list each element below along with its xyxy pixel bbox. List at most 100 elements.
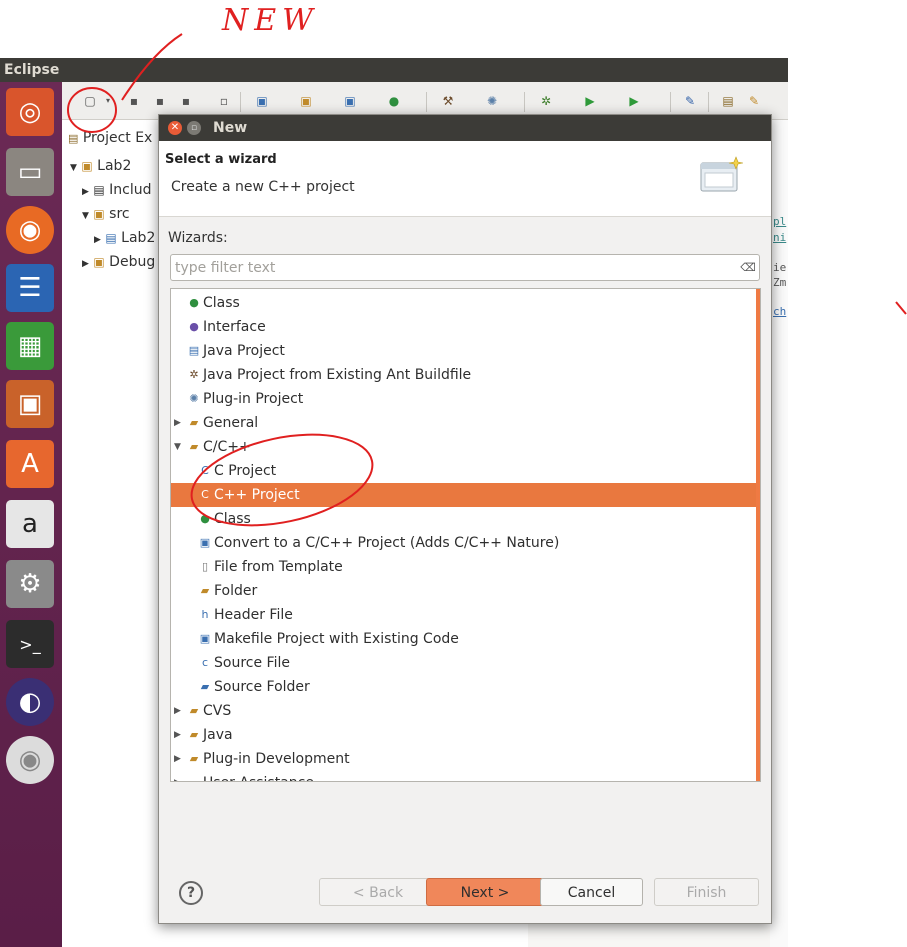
external-tools-icon[interactable]: ▶	[626, 94, 642, 108]
build-hammer-icon[interactable]: ⚒	[440, 94, 456, 108]
collapsed-arrow-icon[interactable]: ▶	[174, 723, 184, 747]
tree-item-lab2[interactable]: ▼ ▣ Lab2	[70, 156, 131, 176]
save-all-icon[interactable]: ▪	[152, 94, 168, 108]
list-scrollbar[interactable]	[756, 289, 760, 781]
wizard-category[interactable]: ▶ ▰ General	[171, 411, 756, 435]
wizard-item[interactable]: ▯ File from Template	[171, 555, 756, 579]
ant-icon: ✲	[189, 368, 199, 381]
wizard-list[interactable]: ● Class ● Interface ▤ Java Project ✲ Java Proje…	[170, 288, 761, 782]
wizard-item-label: Source File	[214, 655, 290, 671]
wizard-item[interactable]: C C Project	[171, 459, 756, 483]
clear-filter-icon[interactable]: ⌫	[740, 261, 756, 274]
wizard-item[interactable]: h Header File	[171, 603, 756, 627]
expand-arrow-icon[interactable]: ▼	[174, 435, 184, 459]
open-type-icon[interactable]: ▤	[720, 94, 736, 108]
wizard-item-label: C++ Project	[214, 487, 300, 503]
search-icon[interactable]: ✎	[746, 94, 762, 108]
folder-icon: ▰	[187, 776, 201, 781]
wizard-item[interactable]: ● Class	[171, 291, 756, 315]
wizard-item[interactable]: ▣ Makefile Project with Existing Code	[171, 627, 756, 651]
collapsed-arrow-icon: ▶	[82, 259, 89, 269]
collapsed-arrow-icon[interactable]: ▶	[174, 771, 184, 781]
class-icon: ●	[189, 296, 199, 309]
folder-icon: ▰	[189, 704, 199, 717]
folder-icon: ▰	[189, 416, 199, 429]
convert-icon: ▣	[199, 536, 211, 549]
binary-icon[interactable]: ▫	[216, 94, 232, 108]
toolbar-separator	[708, 92, 709, 112]
ubuntu-dash-icon[interactable]: ◎	[6, 88, 54, 136]
terminal-icon[interactable]: >_	[6, 620, 54, 668]
app-title: Eclipse	[4, 62, 60, 78]
new-source-icon[interactable]: ▣	[342, 94, 358, 108]
amazon-icon[interactable]: a	[6, 500, 54, 548]
new-wizard-icon[interactable]: ▢	[82, 94, 98, 108]
source-file-icon: ▤	[105, 231, 117, 245]
collapsed-arrow-icon[interactable]: ▶	[174, 699, 184, 723]
tree-item-lab2-source[interactable]: ▶ ▤ Lab2	[94, 228, 155, 248]
wizard-item-label: Class	[203, 295, 240, 311]
run-icon[interactable]: ▶	[582, 94, 598, 108]
pin-icon[interactable]: ✎	[682, 94, 698, 108]
files-icon[interactable]: ▭	[6, 148, 54, 196]
finish-button[interactable]: Finish	[654, 878, 759, 906]
firefox-icon[interactable]: ◉	[6, 206, 54, 254]
wizard-category[interactable]: ▶ ▰ CVS	[171, 699, 756, 723]
cancel-button[interactable]: Cancel	[540, 878, 643, 906]
wizard-category[interactable]: ▶ ▰ Java	[171, 723, 756, 747]
wizard-category[interactable]: ▶ ▰ Plug-in Development	[171, 747, 756, 771]
back-button[interactable]: < Back	[319, 878, 437, 906]
tree-item-debug[interactable]: ▶ ▣ Debug	[82, 252, 155, 272]
wizard-item-label: Makefile Project with Existing Code	[214, 631, 459, 647]
close-icon[interactable]: ✕	[168, 121, 182, 135]
wizard-item[interactable]: c Source File	[171, 651, 756, 675]
header-title: Select a wizard	[165, 152, 277, 167]
wizard-item[interactable]: ▰ Source Folder	[171, 675, 756, 699]
collapsed-arrow-icon: ▶	[94, 235, 101, 245]
help-icon[interactable]: ?	[179, 881, 203, 905]
folder-icon: ▰	[200, 584, 210, 597]
new-class-icon[interactable]: ●	[386, 94, 402, 108]
writer-icon[interactable]: ☰	[6, 264, 54, 312]
wizard-item[interactable]: ✲ Java Project from Existing Ant Buildfil…	[171, 363, 756, 387]
expand-arrow-icon: ▼	[82, 211, 89, 221]
wizard-item[interactable]: ✺ Plug-in Project	[171, 387, 756, 411]
chevron-down-icon[interactable]: ▾	[100, 94, 116, 108]
new-folder-icon[interactable]: ▣	[298, 94, 314, 108]
dvd-icon[interactable]: ◉	[6, 736, 54, 784]
next-button[interactable]: Next >	[426, 878, 544, 906]
tree-item-includes[interactable]: ▶ ▤ Includ	[82, 180, 152, 200]
project-explorer-tab[interactable]: ▤ Project Ex	[68, 127, 152, 149]
wizard-item[interactable]: ▣ Convert to a C/C++ Project (Adds C/C++ …	[171, 531, 756, 555]
dialog-header: Select a wizard Create a new C++ project	[159, 141, 771, 217]
new-cpp-project-icon[interactable]: ▣	[254, 94, 270, 108]
wizard-item[interactable]: ● Class	[171, 507, 756, 531]
collapsed-arrow-icon[interactable]: ▶	[174, 747, 184, 771]
settings-icon[interactable]: ⚙	[6, 560, 54, 608]
dialog-title-bar: ✕ ▫ New	[159, 115, 771, 141]
collapsed-arrow-icon[interactable]: ▶	[174, 411, 184, 435]
print-icon[interactable]: ▪	[178, 94, 194, 108]
wizard-item-label: File from Template	[214, 559, 343, 575]
eclipse-launcher-icon[interactable]: ◐	[6, 678, 54, 726]
wizard-item[interactable]: ▤ Java Project	[171, 339, 756, 363]
wizard-item-label: General	[203, 415, 259, 431]
wizard-category[interactable]: ▼ ▰ C/C++	[171, 435, 756, 459]
tree-item-src[interactable]: ▼ ▣ src	[82, 204, 130, 224]
wizard-category[interactable]: ▶▰User Assistance	[171, 771, 756, 781]
annotation-text: NEW	[221, 3, 319, 38]
run-config-icon[interactable]: ✺	[484, 94, 500, 108]
wizard-item[interactable]: C C++ Project	[171, 483, 756, 507]
wizard-item[interactable]: ● Interface	[171, 315, 756, 339]
filter-input[interactable]	[170, 254, 760, 281]
folder-icon: ▰	[189, 728, 199, 741]
maximize-icon[interactable]: ▫	[187, 121, 201, 135]
header-file-icon: h	[201, 608, 209, 621]
includes-icon: ▤	[93, 183, 105, 197]
impress-icon[interactable]: ▣	[6, 380, 54, 428]
calc-icon[interactable]: ▦	[6, 322, 54, 370]
wizard-item[interactable]: ▰ Folder	[171, 579, 756, 603]
software-center-icon[interactable]: A	[6, 440, 54, 488]
save-icon[interactable]: ▪	[126, 94, 142, 108]
debug-bug-icon[interactable]: ✲	[538, 94, 554, 108]
